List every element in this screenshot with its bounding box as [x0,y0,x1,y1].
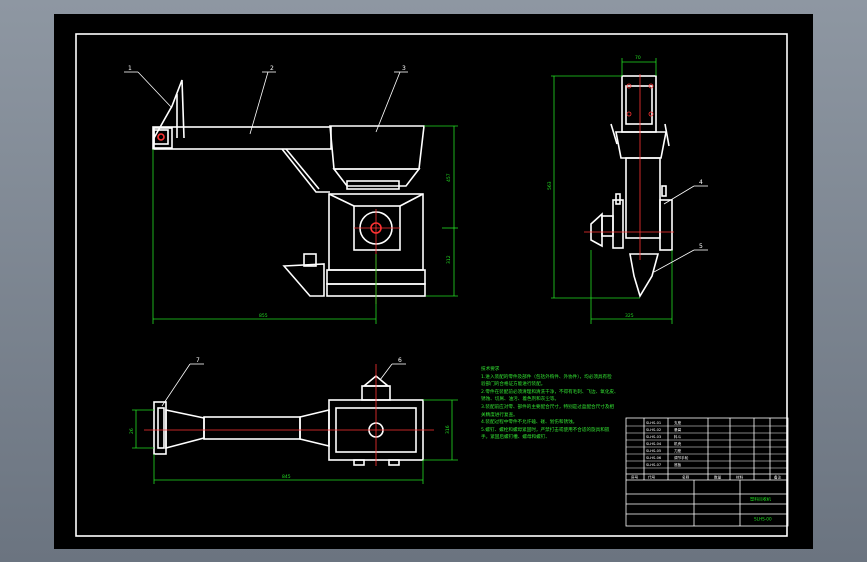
dim-side-top-width: 70 [635,55,641,61]
side-bearing-right [659,199,673,251]
note-line-7: 4.装配过程中零件不允许磕、碰、划伤和锈蚀。 [481,420,578,426]
note-line-8: 5.螺钉、螺栓和螺母紧固时，严禁打击或使用不合适的旋具和扳 [481,427,610,433]
side-hopper [615,131,667,159]
side-bearing-left [612,199,624,249]
side-chute [629,253,660,298]
technical-notes: 技术要求 1.进入装配的零件及部件（包括外购件、外协件），均必须具有检 验部门的… [481,366,619,442]
dim-side-height: 563 [547,181,553,190]
cantilever-arm [152,126,332,150]
balloon-1: 1 [128,65,132,72]
side-column [625,157,661,239]
tb-part-7-name: 底板 [674,462,682,467]
tb-part-2-code: SLHS-02 [646,428,661,432]
tb-header-code: 代号 [648,475,656,480]
note-line-9: 手。紧固后螺钉槽、螺母和螺钉、 [481,435,550,441]
dim-side-bottom-width: 325 [625,313,634,319]
dim-front-width: 855 [259,313,268,319]
note-line-5: 3.装配前应对零、部件的主要配合尺寸，特别是过盈配合尺寸及相 [481,404,615,410]
drawing-sheet: 855 457 312 70 563 325 26 845 316 1 2 3 … [54,14,813,549]
plan-arm [203,416,301,440]
tb-part-7-code: SLHS-07 [646,463,661,467]
note-line-2: 验部门的合格证方能进行装配。 [481,382,546,388]
tb-header-name: 名称 [682,475,690,480]
note-line-6: 关精度进行复查。 [481,412,518,418]
tb-part-6-code: SLHS-06 [646,456,662,460]
tb-part-4-name: 机壳 [674,441,682,446]
balloon-4: 4 [699,179,703,186]
tb-part-1-code: SLHS-01 [646,421,661,425]
tb-part-4-code: SLHS-04 [646,442,662,446]
note-line-1: 1.进入装配的零件及部件（包括外购件、外协件），均必须具有检 [481,374,612,380]
tb-part-2-name: 悬臂 [674,427,682,432]
balloon-5: 5 [699,243,703,250]
tb-header-material: 材料 [736,475,744,480]
leader-lines [124,71,708,407]
plan-view [153,374,424,466]
tb-part-5-name: 刀座 [674,448,682,453]
dim-plan-left-height: 26 [129,428,135,434]
balloon-3: 3 [402,65,406,72]
tb-drawing-name: 塑料回收机 [750,496,772,503]
dim-front-height-upper: 457 [446,173,452,182]
tb-part-3-code: SLHS-03 [646,435,661,439]
title-block-text: 序号 代号 名称 数量 材料 备注 SLHS-01 支座 SLHS-02 悬臂 … [631,420,782,522]
tb-part-1-name: 支座 [674,420,682,425]
note-line-3: 2.零件在装配前必须清理和清洗干净，不得有毛刺、飞边、氧化皮、 [481,389,619,395]
hopper [329,125,425,170]
tb-header-qty: 数量 [714,475,722,480]
note-line-4: 锈蚀、切屑、油污、着色剂和灰尘等。 [481,397,560,403]
balloon-2: 2 [270,65,274,72]
dim-front-height-lower: 312 [446,255,452,264]
notes-title: 技术要求 [481,367,500,372]
tb-header-no: 序号 [631,475,639,480]
cad-drawing: 855 457 312 70 563 325 26 845 316 1 2 3 … [75,33,789,537]
balloon-6: 6 [398,357,402,364]
dim-plan-width: 845 [282,474,291,480]
tb-drawing-code: SLHS-00 [754,517,772,522]
tb-part-3-name: 料斗 [674,434,682,439]
side-view [590,75,673,298]
side-handwheel [590,212,603,248]
tb-part-5-code: SLHS-05 [646,449,661,453]
discharge-chute [282,263,325,297]
parts-rows [626,425,788,469]
tb-header-remark: 备注 [774,475,782,480]
balloon-7: 7 [196,357,200,364]
plan-arm-left [165,409,205,450]
dim-plan-right-height: 316 [445,425,451,434]
arm-strut [281,148,330,193]
tb-part-6-name: 调节手轮 [674,455,689,460]
